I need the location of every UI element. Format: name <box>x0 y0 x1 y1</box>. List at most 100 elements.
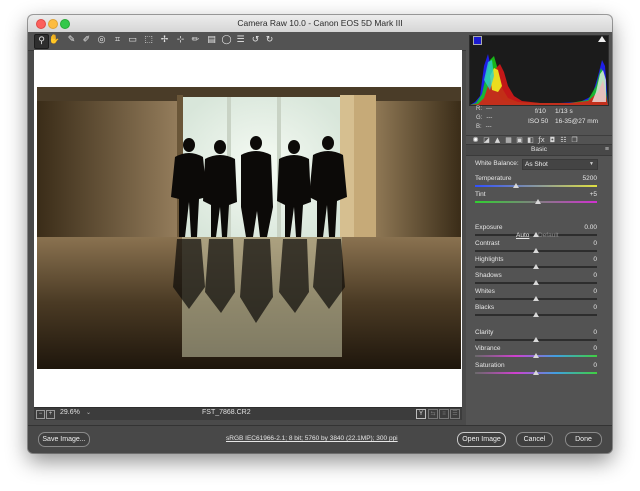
contrast-slider-thumb[interactable] <box>533 248 539 253</box>
color-sampler-tool[interactable]: ✐ <box>80 34 93 47</box>
temperature-label: Temperature <box>475 175 512 182</box>
exposure-value[interactable]: 0.00 <box>584 224 597 231</box>
auto-link[interactable]: Auto <box>516 232 529 239</box>
split-icon: ▣ <box>516 136 523 144</box>
workflow-options-link[interactable]: sRGB IEC61966-2.1; 8 bit; 5760 by 3840 (… <box>226 435 398 442</box>
zoom-tool[interactable]: ⚲ <box>34 34 49 49</box>
menu-icon[interactable]: ≡ <box>605 145 609 155</box>
preview-area[interactable] <box>34 50 462 407</box>
hsl-icon: ▦ <box>505 136 512 144</box>
aperture-icon: ✺ <box>472 136 479 144</box>
chevron-down-icon[interactable]: ⌄ <box>86 409 91 416</box>
tint-slider-row: Tint +5 <box>466 191 612 207</box>
aperture-value: f/10 <box>535 108 546 115</box>
saturation-value[interactable]: 0 <box>593 362 597 369</box>
cancel-button[interactable]: Cancel <box>516 432 553 447</box>
gradient-icon: ▤ <box>207 35 216 45</box>
preview-image[interactable] <box>37 87 461 369</box>
radial-filter-tool[interactable]: ◯ <box>220 34 233 47</box>
zoom-in-button[interactable]: + <box>46 410 55 419</box>
tint-label: Tint <box>475 191 486 198</box>
lens-value: 16-35@27 mm <box>555 118 599 125</box>
shadows-slider-row: Shadows 0 <box>466 272 612 288</box>
targeted-adjustment-tool[interactable]: ◎ <box>95 34 108 47</box>
white-balance-tool[interactable]: ✎ <box>65 34 78 47</box>
fx-icon: ƒx <box>538 136 545 144</box>
tint-slider-thumb[interactable] <box>535 199 542 204</box>
curve-icon: ◪ <box>483 136 490 144</box>
temperature-value[interactable]: 5200 <box>583 175 597 182</box>
magnifier-icon: ⚲ <box>38 36 45 46</box>
saturation-slider-thumb[interactable] <box>533 370 539 375</box>
target-icon: ◎ <box>97 35 106 45</box>
zoom-level[interactable]: 29.6% <box>60 409 80 416</box>
shadows-value[interactable]: 0 <box>593 272 597 279</box>
red-eye-tool[interactable]: ⊹ <box>174 34 187 47</box>
saturation-slider-row: Saturation 0 <box>466 362 612 378</box>
whites-value[interactable]: 0 <box>593 288 597 295</box>
straighten-tool[interactable]: ▭ <box>126 34 139 47</box>
swap-settings-button[interactable]: ⇆ <box>428 409 438 419</box>
adjustment-brush-tool[interactable]: ✏ <box>189 34 202 47</box>
contrast-label: Contrast <box>475 240 500 247</box>
done-button[interactable]: Done <box>565 432 602 447</box>
copy-settings-button[interactable]: ≡ <box>439 409 449 419</box>
mountain-icon: ▲ <box>494 136 501 144</box>
clarity-slider-row: Clarity 0 <box>466 329 612 345</box>
title-bar: Camera Raw 10.0 - Canon EOS 5D Mark III <box>28 15 612 33</box>
blacks-value[interactable]: 0 <box>593 304 597 311</box>
rotate-left-icon: ↺ <box>251 35 260 45</box>
whites-label: Whites <box>475 288 495 295</box>
temperature-slider-track[interactable] <box>475 185 597 187</box>
hand-tool[interactable]: ✋ <box>48 34 61 47</box>
paintbrush-icon: ✏ <box>191 35 200 45</box>
green-readout: G: --- <box>476 115 493 121</box>
zoom-out-button[interactable]: − <box>36 410 45 419</box>
clarity-label: Clarity <box>475 329 494 336</box>
rotate-right-icon: ↻ <box>265 35 274 45</box>
blacks-slider-thumb[interactable] <box>533 312 539 317</box>
exposure-label: Exposure <box>475 224 503 231</box>
toggle-settings-button[interactable]: ☰ <box>450 409 460 419</box>
clarity-slider-thumb[interactable] <box>533 337 539 342</box>
default-link[interactable]: Default <box>538 232 559 239</box>
temperature-slider-thumb[interactable] <box>513 183 520 188</box>
shutter-value: 1/13 s <box>555 108 573 115</box>
highlight-clipping-toggle[interactable] <box>598 36 606 42</box>
tint-value[interactable]: +5 <box>590 191 597 198</box>
before-after-button[interactable]: Y <box>416 409 426 419</box>
camera-icon: ◘ <box>549 136 556 144</box>
whites-slider-thumb[interactable] <box>533 296 539 301</box>
vibrance-label: Vibrance <box>475 345 501 352</box>
graduated-filter-tool[interactable]: ▤ <box>205 34 218 47</box>
rotate-left-button[interactable]: ↺ <box>249 34 262 47</box>
vibrance-slider-thumb[interactable] <box>533 353 539 358</box>
save-image-button[interactable]: Save Image... <box>38 432 90 447</box>
eyedropper-plus-icon: ✐ <box>82 35 91 45</box>
contrast-slider-row: Contrast 0 <box>466 240 612 256</box>
crop-tool[interactable]: ⌗ <box>111 34 124 47</box>
shadow-clipping-toggle[interactable] <box>473 36 482 45</box>
open-image-button[interactable]: Open Image <box>457 432 506 447</box>
preferences-button[interactable]: ☰ <box>234 34 247 47</box>
camera-raw-window: Camera Raw 10.0 - Canon EOS 5D Mark III … <box>28 15 612 453</box>
highlights-slider-thumb[interactable] <box>533 264 539 269</box>
contrast-value[interactable]: 0 <box>593 240 597 247</box>
transform-tool[interactable]: ⬚ <box>142 34 155 47</box>
red-readout: R: --- <box>476 106 492 112</box>
vibrance-slider-row: Vibrance 0 <box>466 345 612 361</box>
clarity-value[interactable]: 0 <box>593 329 597 336</box>
highlights-value[interactable]: 0 <box>593 256 597 263</box>
snapshot-icon: ❐ <box>571 136 578 144</box>
spot-removal-tool[interactable]: ✢ <box>158 34 171 47</box>
file-name: FST_7868.CR2 <box>202 409 251 416</box>
highlights-label: Highlights <box>475 256 504 263</box>
vibrance-value[interactable]: 0 <box>593 345 597 352</box>
basic-section-header: Basic ≡ <box>466 144 612 156</box>
temperature-slider-row: Temperature 5200 <box>466 175 612 191</box>
rotate-right-button[interactable]: ↻ <box>263 34 276 47</box>
white-balance-select[interactable]: As Shot ▼ <box>522 159 598 170</box>
list-icon: ☰ <box>236 35 245 45</box>
shadows-slider-thumb[interactable] <box>533 280 539 285</box>
white-balance-value: As Shot <box>525 161 548 168</box>
